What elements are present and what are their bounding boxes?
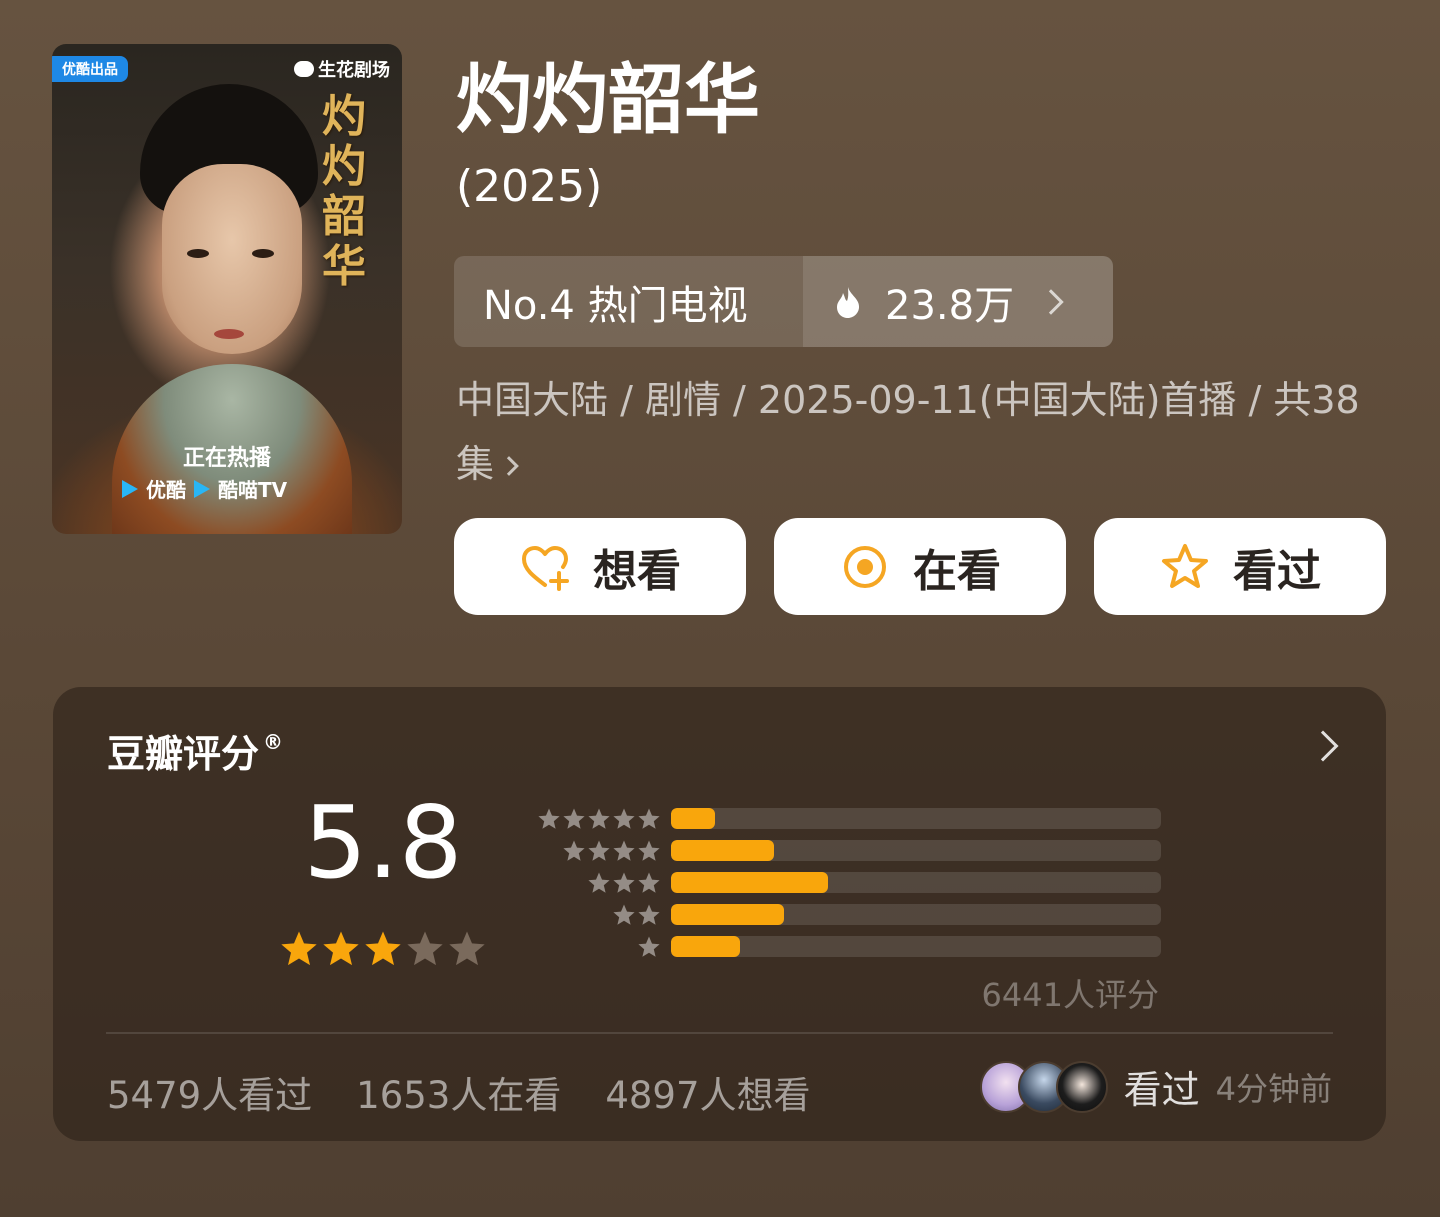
meta-text: 中国大陆 / 剧情 / 2025-09-11(中国大陆)首播 / 共38集 <box>456 378 1360 486</box>
star-empty-icon <box>449 931 485 966</box>
poster-badge-shenghua-label: 生花剧场 <box>318 60 390 81</box>
rating-row-stars <box>612 903 661 927</box>
star-small-icon <box>638 936 660 957</box>
want-to-watch-button[interactable]: 想看 <box>454 518 746 615</box>
watching-label: 在看 <box>913 545 1001 597</box>
rating-stars <box>279 929 487 969</box>
rating-bar-fill <box>671 840 774 861</box>
rating-row-stars <box>587 871 661 895</box>
rating-distribution <box>529 807 1169 967</box>
star-empty-icon <box>407 931 443 966</box>
poster-platform-1: 优酷 <box>146 478 186 502</box>
douban-rating-card[interactable]: 豆瓣评分 ® 5.8 6441人评分 5479人看过 1653人在看 4897人想… <box>53 687 1386 1141</box>
rating-bar-fill <box>671 872 828 893</box>
star-small-icon <box>538 808 560 829</box>
page-title: 灼灼韶华 <box>456 55 760 144</box>
kumiao-logo-icon <box>194 479 210 498</box>
rating-card-title-text: 豆瓣评分 <box>107 732 260 776</box>
poster-platform-2: 酷喵TV <box>218 478 288 502</box>
watch-stats: 5479人看过 1653人在看 4897人想看 <box>107 1065 811 1119</box>
star-outline-icon <box>1162 543 1208 588</box>
rank-label[interactable]: No.4 热门电视 <box>454 256 803 347</box>
want-to-watch-label: 想看 <box>593 545 681 597</box>
star-small-icon <box>588 808 610 829</box>
star-small-icon <box>638 904 660 925</box>
rating-score: 5.8 <box>303 784 463 901</box>
votes-count: 6441人评分 <box>981 976 1159 1014</box>
rating-bar-track <box>671 936 1161 957</box>
chevron-right-icon <box>1038 288 1064 315</box>
movie-detail-page: 优酷出品 生花剧场 灼灼韶华 正在热播 优酷 酷喵TV 灼灼韶华 (2025) … <box>0 0 1440 1217</box>
poster-face <box>162 164 302 354</box>
rating-row-4-star <box>529 839 1169 871</box>
star-small-icon <box>613 808 635 829</box>
rating-bar-fill <box>671 936 740 957</box>
rating-bar-track <box>671 808 1161 829</box>
watched-button[interactable]: 看过 <box>1094 518 1386 615</box>
rank-bar[interactable]: No.4 热门电视 23.8万 <box>454 256 1113 347</box>
want-count: 4897人想看 <box>605 1074 811 1117</box>
chevron-right-icon <box>499 456 519 476</box>
rating-row-stars <box>537 807 661 831</box>
heat-value: 23.8万 <box>885 282 1015 329</box>
star-filled-icon <box>365 931 401 966</box>
poster-badge-shenghua: 生花剧场 <box>294 56 390 82</box>
star-small-icon <box>613 840 635 861</box>
rating-bar-fill <box>671 808 716 829</box>
rating-row-stars <box>562 839 661 863</box>
watched-label: 看过 <box>1233 545 1321 597</box>
rating-bar-track <box>671 840 1161 861</box>
star-small-icon <box>638 872 660 893</box>
star-filled-icon <box>323 931 359 966</box>
poster-badge-youku: 优酷出品 <box>52 56 128 82</box>
star-small-icon <box>613 872 635 893</box>
rating-row-5-star <box>529 807 1169 839</box>
heart-plus-icon <box>522 545 569 591</box>
friends-activity[interactable]: 看过 4分钟前 <box>979 1059 1332 1114</box>
rating-card-title: 豆瓣评分 ® <box>107 723 283 778</box>
target-icon <box>844 545 886 588</box>
poster-image[interactable]: 优酷出品 生花剧场 灼灼韶华 正在热播 优酷 酷喵TV <box>52 44 402 534</box>
meta-info[interactable]: 中国大陆 / 剧情 / 2025-09-11(中国大陆)首播 / 共38集 <box>456 368 1376 496</box>
star-small-icon <box>613 904 635 925</box>
star-filled-icon <box>281 931 317 966</box>
rating-row-3-star <box>529 871 1169 903</box>
flower-icon <box>294 61 314 77</box>
registered-mark: ® <box>263 730 284 754</box>
watched-count: 5479人看过 <box>107 1074 313 1117</box>
rating-bar-track <box>671 872 1161 893</box>
poster-now-playing: 正在热播 <box>182 446 271 471</box>
rating-bar-track <box>671 904 1161 925</box>
youku-logo-icon <box>122 479 138 498</box>
rating-bar-fill <box>671 904 784 925</box>
rating-row-1-star <box>529 935 1169 967</box>
flame-icon <box>837 286 860 318</box>
chevron-right-icon[interactable] <box>1307 730 1339 762</box>
star-small-icon <box>563 808 585 829</box>
poster-vertical-title: 灼灼韶华 <box>322 91 366 292</box>
release-year: (2025) <box>456 161 603 212</box>
star-small-icon <box>588 840 610 861</box>
poster-platforms: 优酷 酷喵TV <box>122 474 287 503</box>
poster-eye-left <box>187 249 209 258</box>
heat-section[interactable]: 23.8万 <box>803 256 1113 347</box>
star-small-icon <box>638 840 660 861</box>
rating-row-2-star <box>529 903 1169 935</box>
avatar[interactable] <box>1055 1060 1108 1113</box>
action-buttons: 想看 在看 看过 <box>454 518 1386 615</box>
watching-button[interactable]: 在看 <box>774 518 1066 615</box>
watching-count: 1653人在看 <box>356 1074 562 1117</box>
friends-action-time: 4分钟前 <box>1215 1069 1332 1108</box>
star-small-icon <box>638 808 660 829</box>
star-small-icon <box>563 840 585 861</box>
star-small-icon <box>588 872 610 893</box>
poster-eye-right <box>252 249 274 258</box>
friends-action-label: 看过 <box>1123 1068 1200 1112</box>
divider <box>106 1032 1333 1034</box>
poster-lips <box>214 329 244 339</box>
rating-row-stars <box>637 935 661 959</box>
